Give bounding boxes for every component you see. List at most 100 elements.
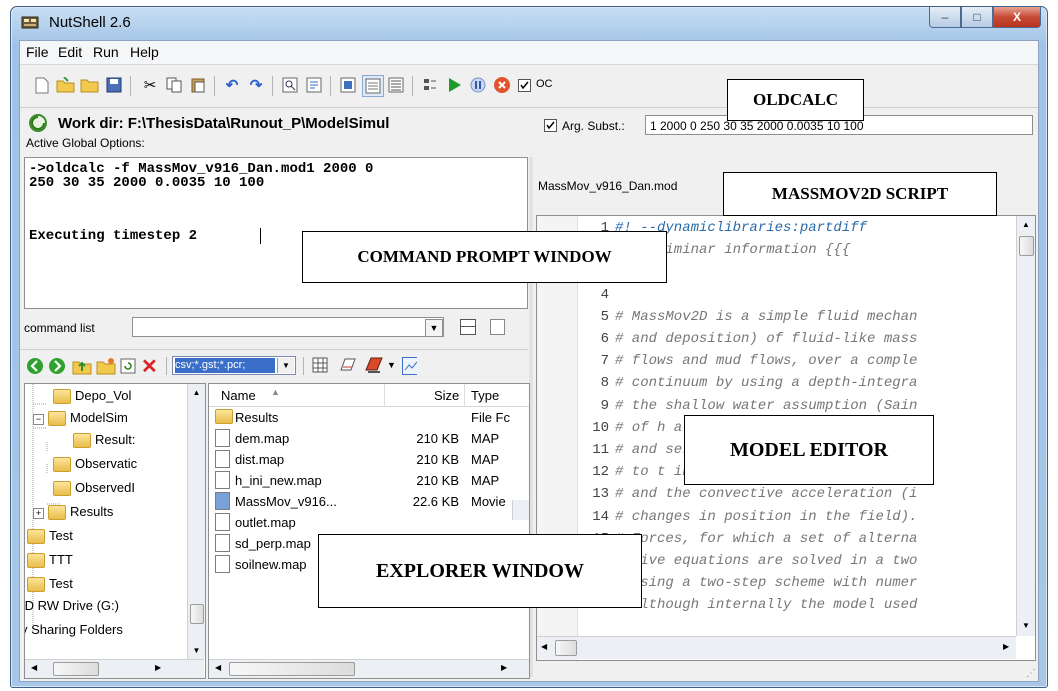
chevron-left-icon[interactable]: ◀ (541, 642, 547, 651)
editor-hscrollbar[interactable]: ◀ ▶ (537, 636, 1016, 659)
refresh-list-icon[interactable] (120, 357, 136, 378)
view-icon[interactable] (338, 75, 358, 95)
chevron-left-icon[interactable]: ◀ (215, 663, 221, 672)
file-filter-value: csv;*.gst;*.pcr; (175, 358, 275, 373)
arg-subst-checkbox[interactable] (544, 119, 557, 132)
new-folder-icon[interactable] (96, 357, 116, 378)
maximize-button[interactable]: □ (961, 7, 993, 28)
forward-icon[interactable] (48, 357, 66, 378)
folder-up-icon[interactable] (72, 357, 92, 378)
tree-item[interactable]: y Sharing Folders (25, 622, 123, 642)
replace-icon[interactable] (304, 75, 324, 95)
tree-item[interactable]: Test (27, 576, 73, 596)
column-size[interactable]: Size (434, 388, 459, 403)
chevron-right-icon[interactable]: ▶ (1003, 642, 1009, 651)
line-number: 5 (600, 308, 609, 325)
save-command-icon[interactable] (460, 319, 476, 335)
close-button[interactable]: X (993, 7, 1041, 28)
file-name: Results (235, 410, 279, 425)
tree-item[interactable]: Test (27, 528, 73, 548)
file-row[interactable]: dist.map 210 KB MAP (209, 450, 529, 470)
code-line: # changes in position in the field). (615, 508, 918, 525)
chevron-right-icon[interactable]: ▶ (501, 663, 507, 672)
clear-command-icon[interactable] (490, 319, 505, 335)
file-row[interactable]: Results File Fc (209, 408, 529, 428)
menu-file[interactable]: File (26, 44, 49, 60)
tree-item[interactable]: Observatic (53, 456, 137, 476)
chevron-down-icon[interactable]: ▼ (1017, 621, 1035, 630)
chevron-down-icon[interactable]: ▼ (425, 319, 443, 337)
line-number: 7 (600, 353, 609, 370)
tree-hscrollbar[interactable]: ◀ ▶ (25, 659, 204, 678)
undo-icon[interactable]: ↶ (222, 75, 242, 95)
chevron-right-icon[interactable]: ▶ (155, 663, 161, 672)
file-row[interactable]: MassMov_v916... 22.6 KB Movie (209, 492, 529, 512)
new-file-icon[interactable] (32, 75, 52, 95)
delete-icon[interactable]: ✕ (141, 354, 158, 379)
chevron-up-icon[interactable]: ▲ (188, 388, 205, 397)
pause-icon[interactable] (468, 75, 488, 95)
oc-label: OC (536, 78, 553, 90)
save-icon[interactable] (104, 75, 124, 95)
folder-tree[interactable]: Depo_Vol − ModelSim Result: Observatic Ob… (24, 383, 206, 679)
tree-scrollbar[interactable]: ▲ ▼ (187, 384, 205, 659)
menu-help[interactable]: Help (130, 44, 159, 60)
tree-item[interactable]: Depo_Vol (53, 388, 131, 408)
plot-icon[interactable] (402, 357, 418, 375)
tree-item[interactable]: ObservedI (53, 480, 135, 500)
tree-item[interactable]: TTT (27, 552, 73, 572)
copy-icon[interactable] (164, 75, 184, 95)
refresh-icon[interactable] (28, 113, 48, 133)
map-icon[interactable] (386, 75, 406, 95)
grid-view-icon[interactable] (312, 357, 328, 376)
find-icon[interactable] (280, 75, 300, 95)
column-name[interactable]: Name (221, 388, 256, 403)
menu-edit[interactable]: Edit (58, 44, 82, 60)
code-line: # MassMov2D is a simple fluid mechan (615, 308, 918, 325)
editor-vscrollbar[interactable]: ▲ ▼ (1016, 216, 1035, 636)
map-layers-icon[interactable] (364, 356, 384, 377)
file-size: 210 KB (416, 452, 459, 467)
paste-icon[interactable] (188, 75, 208, 95)
resize-grip-icon[interactable]: ⋰ (1026, 668, 1036, 679)
line-number: 12 (592, 464, 609, 481)
syntax-icon[interactable] (362, 75, 384, 97)
file-name: sd_perp.map (235, 536, 311, 551)
window-title: NutShell 2.6 (49, 14, 131, 31)
file-list[interactable]: Name ▲ Size Type Results File Fc dem.map 21… (208, 383, 530, 679)
column-type[interactable]: Type (471, 388, 499, 403)
oc-checkbox[interactable] (514, 75, 534, 95)
file-list-scroll-stub[interactable] (512, 500, 529, 520)
minimize-button[interactable]: – (929, 7, 961, 28)
editor-tab[interactable]: MassMov_v916_Dan.mod (538, 179, 677, 199)
menu-run[interactable]: Run (93, 44, 119, 60)
file-row[interactable]: dem.map 210 KB MAP (209, 429, 529, 449)
file-list-hscrollbar[interactable]: ◀ ▶ (209, 659, 529, 678)
annotation-massmov2d-script: MASSMOV2D SCRIPT (723, 172, 997, 216)
cut-icon[interactable]: ✂ (140, 75, 160, 95)
back-icon[interactable] (26, 357, 44, 378)
folder-icon[interactable] (80, 75, 100, 95)
stop-icon[interactable] (492, 75, 512, 95)
run-icon[interactable] (444, 75, 464, 95)
chevron-left-icon[interactable]: ◀ (31, 663, 37, 672)
arg-subst-label: Arg. Subst.: (562, 119, 625, 133)
chevron-down-icon[interactable]: ▼ (188, 646, 205, 655)
file-row[interactable]: outlet.map (209, 513, 529, 533)
edit-map-icon[interactable] (338, 357, 356, 376)
chevron-up-icon[interactable]: ▲ (1017, 220, 1035, 229)
title-bar[interactable]: NutShell 2.6 – □ X (11, 7, 1047, 39)
command-list-select[interactable] (132, 317, 444, 337)
redo-icon[interactable]: ↷ (246, 75, 266, 95)
chevron-down-icon[interactable]: ▼ (277, 358, 294, 373)
tree-item[interactable]: Result: (73, 432, 135, 452)
script-icon[interactable] (420, 75, 440, 95)
file-row[interactable]: h_ini_new.map 210 KB MAP (209, 471, 529, 491)
tree-item[interactable]: /D RW Drive (G:) (25, 598, 119, 618)
tree-item[interactable]: − ModelSim (33, 410, 128, 430)
chevron-down-icon[interactable]: ▼ (387, 360, 396, 370)
code-line: # using a two-step scheme with numer (615, 575, 918, 592)
tree-item[interactable]: + Results (33, 504, 113, 524)
file-filter-select[interactable]: csv;*.gst;*.pcr; ▼ (172, 356, 296, 375)
open-folder-icon[interactable] (56, 75, 76, 95)
